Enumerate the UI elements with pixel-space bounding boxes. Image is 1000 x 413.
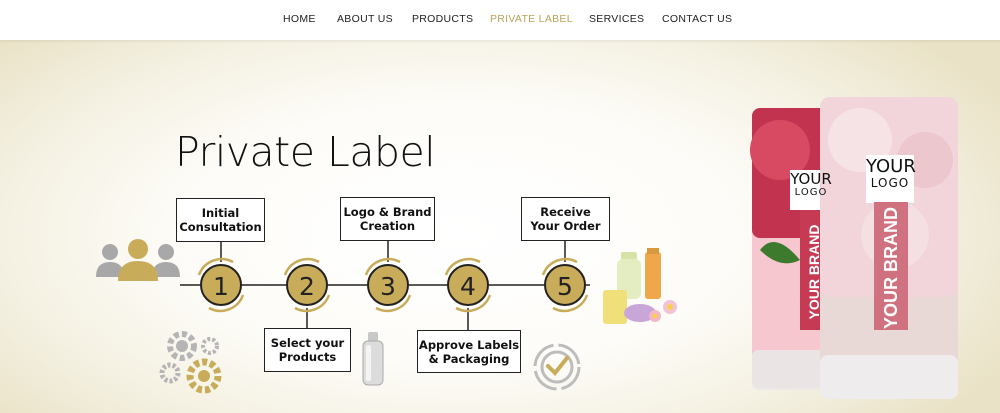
nav-item-services[interactable]: SERVICES	[589, 13, 644, 25]
nav-item-about-us[interactable]: ABOUT US	[337, 13, 393, 25]
tube-front-brand: YOUR BRAND	[881, 207, 901, 330]
step-5-label-box: Receive Your Order	[521, 197, 610, 241]
step-1-number: 1	[213, 272, 229, 301]
nav-item-private-label[interactable]: PRIVATE LABEL	[490, 13, 573, 25]
step-3-number: 3	[380, 272, 396, 301]
step-2-label-box: Select your Products	[264, 328, 351, 372]
step-5-number: 5	[557, 272, 573, 301]
step-4-label-box: Approve Labels & Packaging	[417, 330, 521, 373]
tube-front-logo-line2: LOGO	[870, 176, 910, 190]
step-1-label-box: Initial Consultation	[176, 198, 265, 242]
top-navigation: HOME ABOUT US PRODUCTS PRIVATE LABEL SER…	[0, 0, 1000, 40]
nav-item-products[interactable]: PRODUCTS	[412, 13, 473, 25]
nav-item-home[interactable]: HOME	[283, 13, 316, 25]
tube-front-logo-line1: YOUR	[866, 156, 916, 177]
tube-back-logo-line1: YOUR	[790, 170, 832, 188]
approval-check-icon	[533, 343, 581, 391]
step-3-label-box: Logo & Brand Creation	[340, 197, 435, 241]
tube-back-logo: YOUR LOGO	[790, 172, 832, 199]
nav-item-contact-us[interactable]: CONTACT US	[662, 13, 732, 25]
step-3-label: Logo & Brand Creation	[343, 205, 432, 233]
tube-front-logo: YOUR LOGO	[866, 156, 916, 191]
step-4-label: Approve Labels & Packaging	[418, 337, 520, 366]
step-1-label: Initial Consultation	[179, 206, 262, 234]
tube-back-brand: YOUR BRAND	[806, 224, 822, 320]
step-5-label: Receive Your Order	[530, 205, 601, 233]
products-bundle-icon	[603, 248, 677, 324]
gears-icon	[159, 331, 222, 394]
bottle-icon	[362, 332, 384, 386]
step-2-number: 2	[299, 272, 315, 301]
tube-back-logo-line2: LOGO	[794, 187, 828, 198]
step-4-number: 4	[460, 272, 476, 301]
step-2-label: Select your Products	[270, 336, 345, 364]
people-icon	[96, 239, 180, 281]
